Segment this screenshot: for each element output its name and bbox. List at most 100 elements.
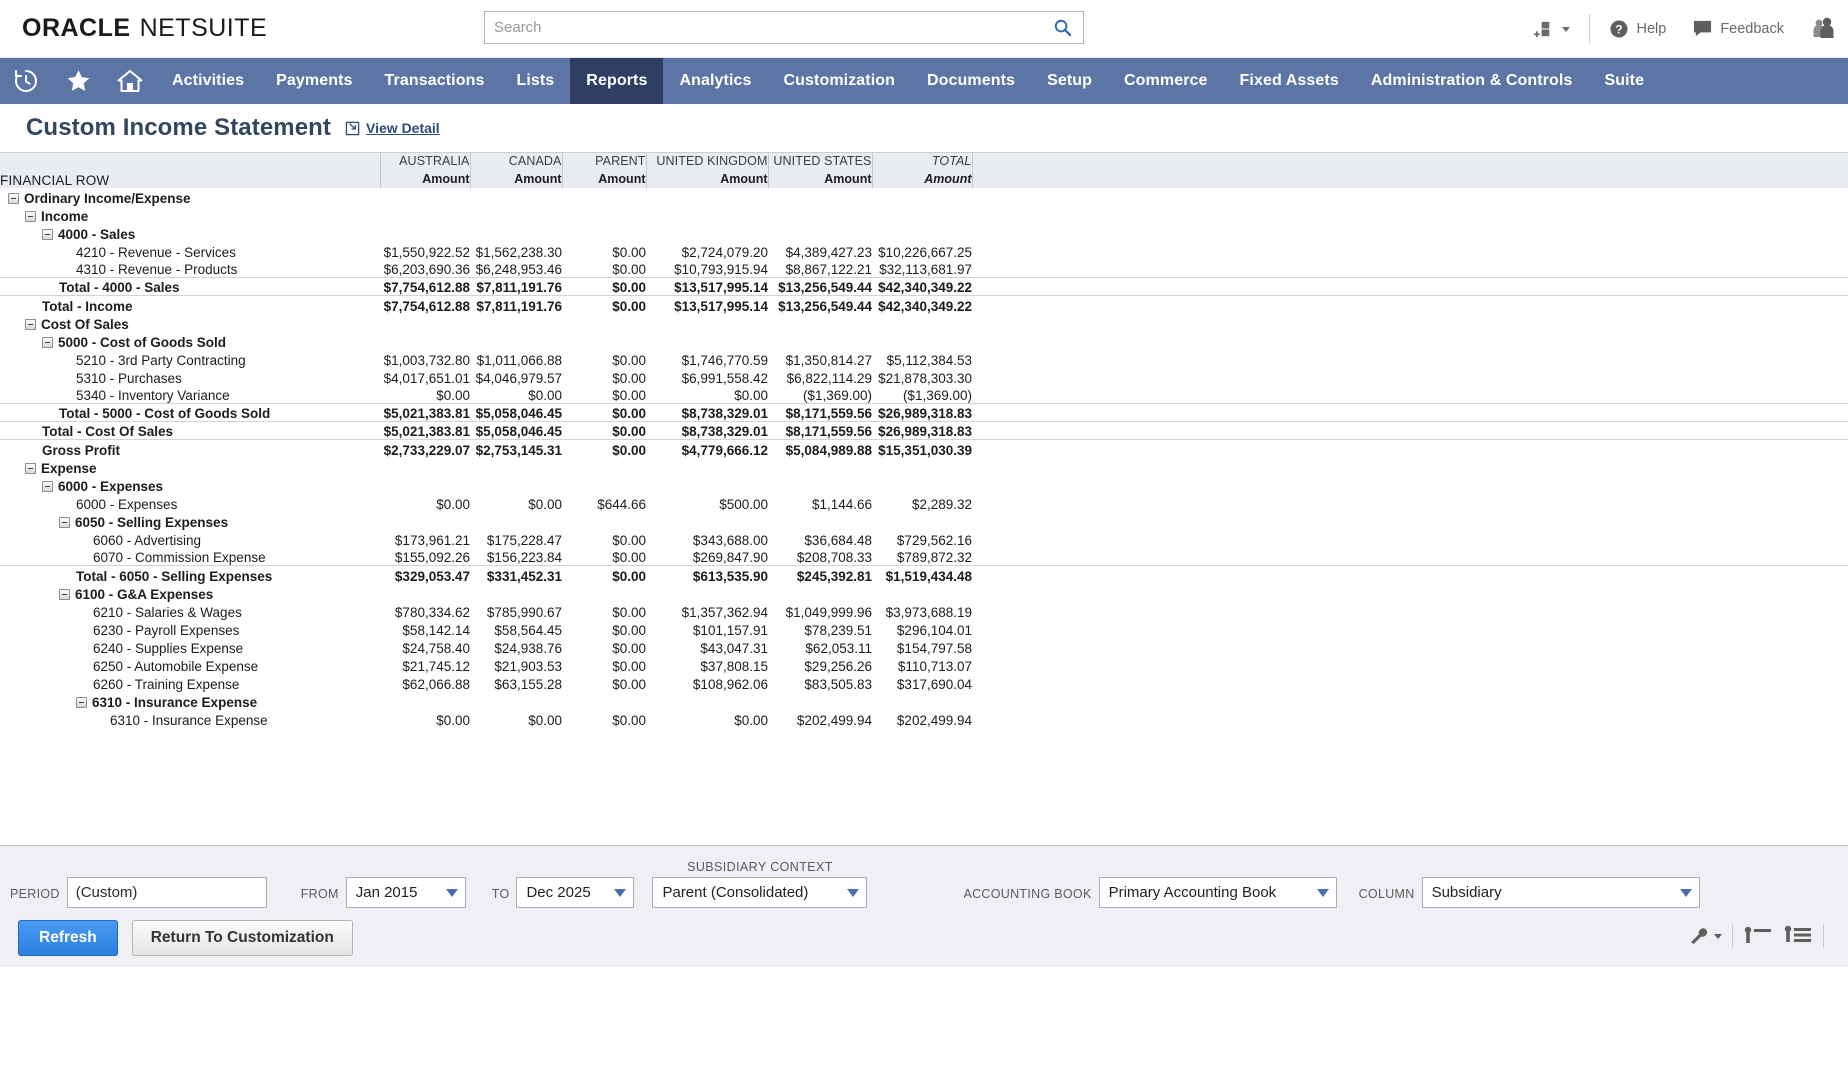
return-to-customization-button[interactable]: Return To Customization	[132, 920, 353, 956]
amount-cell: $83,505.83	[768, 674, 872, 692]
search-icon[interactable]	[1041, 12, 1083, 43]
column-header-australia[interactable]: AUSTRALIAAmount	[380, 153, 470, 188]
amount-cell	[768, 224, 872, 242]
amount-cell: $0.00	[562, 674, 646, 692]
amount-cell	[646, 458, 768, 476]
amount-cell: $245,392.81	[768, 566, 872, 584]
row-label-cell: Cost Of Sales	[0, 314, 380, 332]
nav-item-customization[interactable]: Customization	[768, 58, 912, 104]
tool-divider	[1732, 925, 1733, 947]
amount-cell	[646, 314, 768, 332]
table-row: 6250 - Automobile Expense$21,745.12$21,9…	[0, 656, 1848, 674]
nav-item-payments[interactable]: Payments	[260, 58, 368, 104]
chevron-down-icon	[614, 889, 626, 897]
column-select[interactable]: Subsidiary	[1422, 877, 1700, 908]
amount-cell: $4,046,979.57	[470, 368, 562, 386]
nav-item-analytics[interactable]: Analytics	[663, 58, 767, 104]
row-label: 6060 - Advertising	[93, 533, 201, 548]
from-period-select[interactable]: Jan 2015	[346, 877, 466, 908]
to-period-select[interactable]: Dec 2025	[516, 877, 634, 908]
row-spacer-cell	[972, 458, 1848, 476]
global-search[interactable]	[484, 11, 1084, 44]
collapse-toggle-icon[interactable]	[76, 697, 87, 708]
quick-add-icon[interactable]	[1521, 12, 1583, 46]
row-label: Gross Profit	[42, 443, 120, 458]
wrench-settings-icon[interactable]	[1687, 925, 1722, 947]
accounting-book-select[interactable]: Primary Accounting Book	[1099, 877, 1337, 908]
amount-cell	[470, 692, 562, 710]
collapse-toggle-icon[interactable]	[59, 589, 70, 600]
collapse-toggle-icon[interactable]	[42, 229, 53, 240]
amount-cell: $78,239.51	[768, 620, 872, 638]
expand-rows-icon[interactable]	[1743, 925, 1773, 947]
favorites-star-icon[interactable]	[52, 58, 104, 104]
table-row: 6050 - Selling Expenses	[0, 512, 1848, 530]
amount-cell: $0.00	[562, 278, 646, 296]
collapse-rows-icon[interactable]	[1783, 925, 1813, 947]
table-row: 5210 - 3rd Party Contracting$1,003,732.8…	[0, 350, 1848, 368]
nav-item-administration-controls[interactable]: Administration & Controls	[1355, 58, 1589, 104]
collapse-toggle-icon[interactable]	[42, 481, 53, 492]
amount-cell: $13,517,995.14	[646, 296, 768, 314]
amount-cell: $0.00	[470, 386, 562, 404]
collapse-toggle-icon[interactable]	[25, 463, 36, 474]
chevron-down-icon	[1680, 889, 1692, 897]
amount-cell: $63,155.28	[470, 674, 562, 692]
column-header-total[interactable]: TOTALAmount	[872, 153, 972, 188]
amount-cell: $0.00	[562, 566, 646, 584]
nav-item-documents[interactable]: Documents	[911, 58, 1031, 104]
collapse-toggle-icon[interactable]	[8, 193, 19, 204]
nav-item-setup[interactable]: Setup	[1031, 58, 1108, 104]
row-label-cell: Total - Income	[0, 296, 380, 314]
subsidiary-context-select[interactable]: Parent (Consolidated)	[652, 877, 867, 908]
row-label-cell: 4210 - Revenue - Services	[0, 242, 380, 260]
nav-item-commerce[interactable]: Commerce	[1108, 58, 1224, 104]
subsidiary-context-label: SUBSIDIARY CONTEXT	[652, 860, 867, 877]
column-label: COLUMN	[1359, 887, 1415, 908]
amount-cell: $6,822,114.29	[768, 368, 872, 386]
view-detail-link[interactable]: View Detail	[345, 120, 440, 136]
refresh-button[interactable]: Refresh	[18, 920, 118, 956]
help-button[interactable]: ? Help	[1596, 12, 1679, 46]
collapse-toggle-icon[interactable]	[59, 517, 70, 528]
table-row: Gross Profit$2,733,229.07$2,753,145.31$0…	[0, 440, 1848, 458]
column-header-canada[interactable]: CANADAAmount	[470, 153, 562, 188]
row-spacer-cell	[972, 404, 1848, 422]
nav-item-activities[interactable]: Activities	[156, 58, 260, 104]
amount-cell: $6,203,690.36	[380, 260, 470, 278]
row-label: Total - Cost Of Sales	[42, 424, 173, 439]
search-input[interactable]	[485, 12, 1041, 43]
amount-cell	[562, 584, 646, 602]
amount-cell: $729,562.16	[872, 530, 972, 548]
table-row: Ordinary Income/Expense	[0, 188, 1848, 206]
row-label: 4210 - Revenue - Services	[76, 245, 236, 260]
amount-cell: $0.00	[646, 386, 768, 404]
amount-cell	[470, 512, 562, 530]
amount-cell: $108,962.06	[646, 674, 768, 692]
period-input[interactable]	[67, 877, 267, 908]
amount-cell	[380, 314, 470, 332]
row-label: 6240 - Supplies Expense	[93, 641, 243, 656]
oracle-netsuite-logo[interactable]: ORACLE NETSUITE	[22, 14, 267, 43]
row-spacer-cell	[972, 278, 1848, 296]
row-label: Expense	[41, 461, 97, 476]
feedback-button[interactable]: Feedback	[1679, 12, 1797, 46]
table-row: Total - 4000 - Sales$7,754,612.88$7,811,…	[0, 278, 1848, 296]
nav-item-suite[interactable]: Suite	[1588, 58, 1660, 104]
column-header-united-states[interactable]: UNITED STATESAmount	[768, 153, 872, 188]
nav-item-fixed-assets[interactable]: Fixed Assets	[1224, 58, 1355, 104]
collapse-toggle-icon[interactable]	[25, 319, 36, 330]
nav-item-transactions[interactable]: Transactions	[369, 58, 501, 104]
table-row: Total - Income$7,754,612.88$7,811,191.76…	[0, 296, 1848, 314]
chevron-down-icon	[847, 889, 859, 897]
nav-item-lists[interactable]: Lists	[500, 58, 570, 104]
nav-item-reports[interactable]: Reports	[570, 58, 663, 104]
home-icon[interactable]	[104, 58, 156, 104]
collapse-toggle-icon[interactable]	[25, 211, 36, 222]
user-profile-icon[interactable]	[1797, 12, 1840, 46]
column-header-parent[interactable]: PARENTAmount	[562, 153, 646, 188]
collapse-toggle-icon[interactable]	[42, 337, 53, 348]
column-header-united-kingdom[interactable]: UNITED KINGDOMAmount	[646, 153, 768, 188]
table-row: 4210 - Revenue - Services$1,550,922.52$1…	[0, 242, 1848, 260]
recent-history-icon[interactable]	[0, 58, 52, 104]
